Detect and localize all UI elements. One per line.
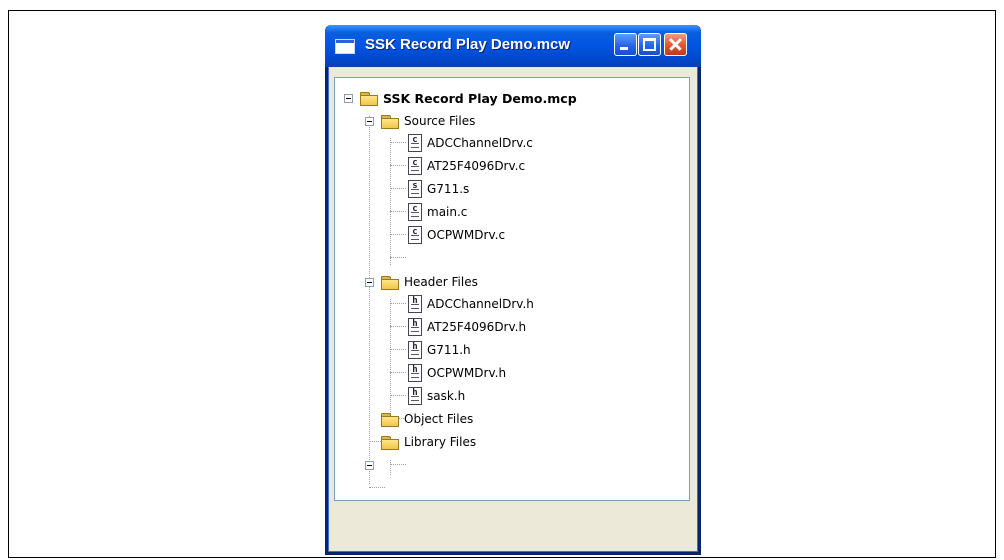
file-label: ADCChannelDrv.h	[427, 297, 534, 311]
c-file-icon: c	[408, 157, 422, 175]
project-name: SSK Record Play Demo.mcp	[383, 90, 577, 106]
folder-label: Library Files	[404, 435, 477, 449]
folder-icon	[381, 412, 399, 427]
h-file-icon: h	[408, 387, 422, 405]
tree-connector	[390, 299, 391, 426]
collapse-toggle[interactable]	[365, 117, 374, 126]
tree-file-main-c[interactable]: c main.c	[408, 202, 467, 222]
window-title: SSK Record Play Demo.mcw	[365, 36, 571, 53]
tree-connector	[390, 460, 391, 475]
collapse-toggle[interactable]	[365, 461, 374, 470]
tree-file[interactable]: c OCPWMDrv.c	[408, 225, 505, 245]
c-file-icon: c	[408, 203, 422, 221]
maximize-button[interactable]	[638, 33, 661, 56]
file-label: main.c	[427, 205, 468, 219]
tree-file[interactable]: h sask.h	[408, 386, 465, 406]
close-icon	[665, 34, 686, 55]
window-icon	[335, 39, 355, 54]
collapse-toggle[interactable]	[344, 94, 353, 103]
tree-file[interactable]: c AT25F4096Drv.c	[408, 156, 525, 176]
file-label: G711.s	[427, 182, 470, 196]
c-file-icon: c	[408, 226, 422, 244]
file-label: sask.h	[427, 389, 466, 403]
file-label: OCPWMDrv.h	[427, 366, 507, 380]
tree-folder-header-files[interactable]: Header Files	[381, 272, 478, 292]
tree-file[interactable]: h OCPWMDrv.h	[408, 363, 506, 383]
tree-file[interactable]: h G711.h	[408, 340, 471, 360]
file-label: AT25F4096Drv.h	[427, 320, 527, 334]
tree-connector	[390, 138, 391, 265]
tree-folder-object-files[interactable]: Object Files	[381, 409, 473, 429]
minimize-button[interactable]	[614, 33, 637, 56]
title-bar[interactable]: SSK Record Play Demo.mcw	[325, 25, 701, 67]
c-file-icon: c	[408, 134, 422, 152]
tree-connector	[369, 116, 370, 484]
maximize-icon	[643, 38, 656, 51]
folder-icon	[381, 435, 399, 450]
close-button[interactable]	[664, 33, 687, 56]
folder-icon	[360, 91, 378, 106]
tree-folder-library-files[interactable]: Library Files	[381, 432, 476, 452]
tree-file[interactable]: h AT25F4096Drv.h	[408, 317, 526, 337]
asm-file-icon: s	[408, 180, 422, 198]
collapse-toggle[interactable]	[365, 278, 374, 287]
project-window: SSK Record Play Demo.mcw SSK Record Play…	[325, 25, 701, 555]
folder-label: Object Files	[404, 412, 474, 426]
folder-label: Source Files	[404, 114, 476, 128]
folder-icon	[381, 114, 399, 129]
minimize-icon	[620, 47, 628, 50]
file-label: G711.h	[427, 343, 471, 357]
tree-file[interactable]: s G711.s	[408, 179, 469, 199]
tree-file[interactable]: c ADCChannelDrv.c	[408, 133, 533, 153]
tree-folder-source-files[interactable]: Source Files	[381, 111, 475, 131]
project-tree[interactable]: SSK Record Play Demo.mcp Source Files c …	[334, 77, 690, 501]
h-file-icon: h	[408, 295, 422, 313]
folder-icon	[381, 275, 399, 290]
file-label: ADCChannelDrv.c	[427, 136, 533, 150]
file-label: AT25F4096Drv.c	[427, 159, 526, 173]
h-file-icon: h	[408, 318, 422, 336]
h-file-icon: h	[408, 364, 422, 382]
h-file-icon: h	[408, 341, 422, 359]
tree-project-root[interactable]: SSK Record Play Demo.mcp	[360, 88, 577, 108]
file-label: OCPWMDrv.c	[427, 228, 506, 242]
folder-label: Header Files	[404, 275, 478, 289]
tree-file[interactable]: h ADCChannelDrv.h	[408, 294, 534, 314]
